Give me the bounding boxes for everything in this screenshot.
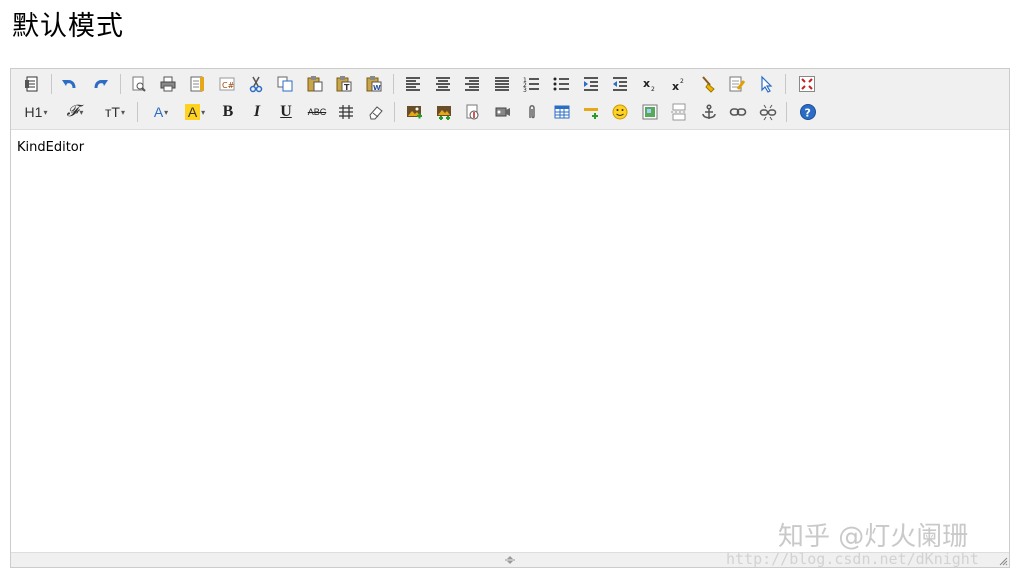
line-height-icon[interactable] <box>334 100 358 124</box>
svg-text:C#: C# <box>222 81 235 90</box>
template-icon[interactable] <box>185 72 209 96</box>
outdent-icon[interactable] <box>608 72 632 96</box>
forecolor-dropdown[interactable]: A ▾ <box>145 100 177 124</box>
hilitecolor-dropdown[interactable]: A ▾ <box>179 100 211 124</box>
anchor-icon[interactable] <box>697 100 721 124</box>
svg-text:?: ? <box>805 107 811 120</box>
chevron-down-icon: ▾ <box>79 107 84 117</box>
emoticons-smiley-icon[interactable] <box>608 100 632 124</box>
toolbar-row-2: H1 ▾ 𝓕 ▾ тT ▾ A ▾ A ▾ B I U ABC ? <box>11 98 1009 126</box>
watermark-url: http://blog.csdn.net/dKnight <box>726 550 979 568</box>
insert-file-paperclip-icon[interactable] <box>520 100 544 124</box>
underline-button[interactable]: U <box>274 100 298 124</box>
indent-icon[interactable] <box>579 72 603 96</box>
italic-button[interactable]: I <box>245 100 269 124</box>
strikethrough-button[interactable]: ABC <box>305 100 329 124</box>
editor-toolbar: C# T W 1 2 3 x 2 x 2 H1 ▾ 𝓕 ▾ тT ▾ A ▾ A… <box>11 69 1009 130</box>
code-icon[interactable]: C# <box>215 72 239 96</box>
fontsize-dropdown[interactable]: тT ▾ <box>99 100 131 124</box>
subscript-icon[interactable]: x2 <box>638 72 662 96</box>
cut-icon[interactable] <box>244 72 268 96</box>
source-code-icon[interactable] <box>20 72 44 96</box>
bold-label: B <box>222 103 234 120</box>
paste-icon[interactable] <box>303 72 327 96</box>
clear-html-broom-icon[interactable] <box>696 72 720 96</box>
editor-content-area[interactable]: KindEditor <box>11 130 1009 553</box>
svg-text:3: 3 <box>523 87 527 93</box>
multi-image-icon[interactable] <box>432 100 456 124</box>
paste-plain-text-icon[interactable]: T <box>332 72 356 96</box>
remove-format-eraser-icon[interactable] <box>364 100 388 124</box>
hilitecolor-label: A <box>184 104 201 120</box>
align-justify-icon[interactable] <box>490 72 514 96</box>
formatblock-dropdown[interactable]: H1 ▾ <box>20 100 52 124</box>
forecolor-label: A <box>153 104 164 120</box>
quick-format-icon[interactable] <box>725 72 749 96</box>
toolbar-row-1: C# T W 1 2 3 x 2 x 2 <box>11 70 1009 98</box>
baidu-map-icon[interactable] <box>638 100 662 124</box>
unordered-list-icon[interactable] <box>549 72 573 96</box>
svg-text:x: x <box>672 80 679 93</box>
page-title: 默认模式 <box>12 11 124 42</box>
svg-text:2: 2 <box>680 78 684 85</box>
align-left-icon[interactable] <box>401 72 425 96</box>
select-all-cursor-icon[interactable] <box>754 72 778 96</box>
watermark-text: 知乎 @灯火阑珊 <box>778 522 969 552</box>
fullscreen-icon[interactable] <box>795 72 819 96</box>
superscript-icon[interactable]: x2 <box>667 72 691 96</box>
media-icon[interactable] <box>491 100 515 124</box>
bold-button[interactable]: B <box>216 100 240 124</box>
align-center-icon[interactable] <box>431 72 455 96</box>
undo-icon[interactable] <box>57 72 81 96</box>
chevron-down-icon: ▾ <box>43 107 48 117</box>
fontname-dropdown[interactable]: 𝓕 ▾ <box>59 100 91 124</box>
svg-text:2: 2 <box>651 86 655 93</box>
svg-text:x: x <box>643 77 650 90</box>
chevron-down-icon: ▾ <box>164 107 169 117</box>
editor-text[interactable]: KindEditor <box>17 140 84 155</box>
flash-icon[interactable] <box>461 100 485 124</box>
page-break-icon[interactable] <box>667 100 691 124</box>
kindeditor: C# T W 1 2 3 x 2 x 2 H1 ▾ 𝓕 ▾ тT ▾ A ▾ A… <box>10 68 1010 568</box>
chevron-down-icon: ▾ <box>201 107 206 117</box>
link-icon[interactable] <box>726 100 750 124</box>
paste-from-word-icon[interactable]: W <box>362 72 386 96</box>
redo-icon[interactable] <box>89 72 113 96</box>
table-icon[interactable] <box>550 100 574 124</box>
align-right-icon[interactable] <box>460 72 484 96</box>
preview-icon[interactable] <box>127 72 151 96</box>
italic-label: I <box>253 103 261 120</box>
underline-label: U <box>280 103 292 120</box>
heading-label: H1 <box>24 104 43 120</box>
image-icon[interactable] <box>402 100 426 124</box>
fontname-label: 𝓕 <box>66 103 79 120</box>
print-icon[interactable] <box>156 72 180 96</box>
about-help-icon[interactable]: ? <box>796 100 820 124</box>
horizontal-rule-icon[interactable] <box>579 100 603 124</box>
svg-text:T: T <box>344 83 350 92</box>
fontsize-label: тT <box>105 104 120 120</box>
chevron-down-icon: ▾ <box>120 107 125 117</box>
copy-icon[interactable] <box>273 72 297 96</box>
unlink-icon[interactable] <box>756 100 780 124</box>
corner-resize-icon[interactable] <box>998 556 1008 566</box>
svg-text:W: W <box>373 84 381 92</box>
strikethrough-label: ABC <box>307 107 327 117</box>
resize-handle-icon[interactable] <box>502 555 518 565</box>
ordered-list-icon[interactable]: 123 <box>519 72 543 96</box>
